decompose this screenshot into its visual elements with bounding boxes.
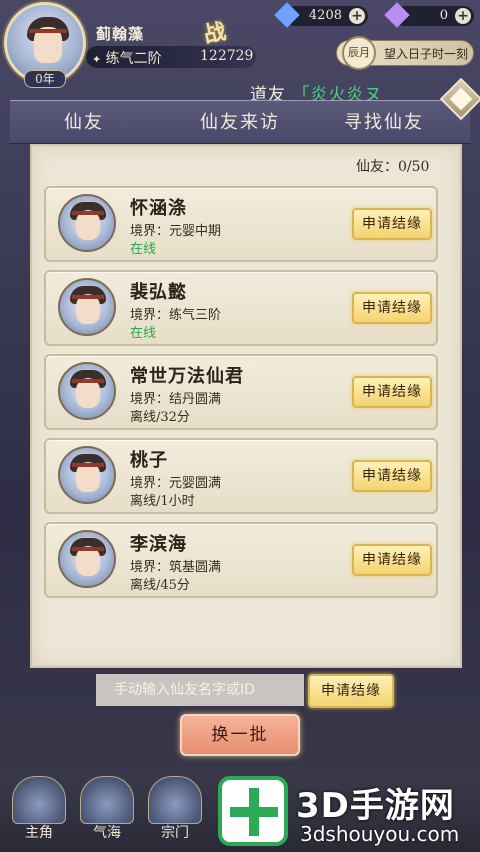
friend-avatar[interactable] <box>58 530 116 588</box>
friend-count: 仙友：0/50 <box>356 159 430 175</box>
watermark-logo-icon <box>218 776 288 846</box>
friend-card: 裴弘懿 境界：练气三阶 在线 申请结缘 <box>44 270 438 346</box>
player-name: 蓟翰藻 <box>96 25 145 43</box>
time-text: 望入日子时一刻 <box>384 47 469 61</box>
friend-avatar[interactable] <box>58 362 116 420</box>
tab-find-friends[interactable]: 寻找仙友 <box>344 108 424 134</box>
friend-realm: 境界：元婴圆满 <box>130 476 222 491</box>
player-realm: ✦ 练气二阶 <box>92 48 162 68</box>
sect-icon <box>148 776 202 824</box>
friend-search-input[interactable] <box>96 674 304 706</box>
friend-status: 离线/45分 <box>130 578 190 593</box>
friend-name: 常世万法仙君 <box>130 366 244 387</box>
friend-realm: 境界：结丹圆满 <box>130 392 222 407</box>
apply-bond-button[interactable]: 申请结缘 <box>352 292 432 324</box>
apply-bond-button[interactable]: 申请结缘 <box>352 460 432 492</box>
friend-name: 怀涵涤 <box>130 198 187 219</box>
friend-card: 李滨海 境界：筑基圆满 离线/45分 申请结缘 <box>44 522 438 598</box>
avatar-headband <box>29 29 67 33</box>
add-spirit-stone-button[interactable]: + <box>349 8 365 24</box>
currency-spirit-stone: 4208 + <box>274 2 368 28</box>
friend-status: 在线 <box>130 242 157 257</box>
spirit-stone-value: 4208 <box>308 8 342 23</box>
watermark-url: 3dshouyou.com <box>300 822 460 846</box>
watermark-title: 3D手游网 <box>296 786 455 826</box>
nav-label-hero: 主角 <box>25 825 53 841</box>
tab-friend-visits[interactable]: 仙友来访 <box>200 108 280 134</box>
battle-power-value: 122729 <box>200 48 254 64</box>
apply-bond-button[interactable]: 申请结缘 <box>352 208 432 240</box>
add-jade-button[interactable]: + <box>455 8 471 24</box>
qi-sea-icon <box>80 776 134 824</box>
friend-name: 李滨海 <box>130 534 187 555</box>
jade-value: 0 <box>439 8 448 23</box>
realm-icon: ✦ <box>92 53 102 66</box>
refresh-batch-button[interactable]: 换一批 <box>180 714 300 756</box>
currency-jade: 0 + <box>384 2 474 28</box>
friend-realm: 境界：练气三阶 <box>130 308 222 323</box>
tab-friends[interactable]: 仙友 <box>64 108 104 134</box>
nav-item-sect[interactable]: 宗门 <box>144 776 206 846</box>
player-level: 0年 <box>24 70 66 88</box>
friend-avatar[interactable] <box>58 194 116 252</box>
month-badge: 辰月 <box>342 36 376 70</box>
jade-icon <box>384 2 410 28</box>
friend-realm: 境界：元婴中期 <box>130 224 222 239</box>
nav-item-hero[interactable]: 主角 <box>8 776 70 846</box>
hero-icon <box>12 776 66 824</box>
friend-card: 桃子 境界：元婴圆满 离线/1小时 申请结缘 <box>44 438 438 514</box>
friend-card: 怀涵涤 境界：元婴中期 在线 申请结缘 <box>44 186 438 262</box>
nav-label-sect: 宗门 <box>161 825 189 841</box>
top-hud: 0年 蓟翰藻 ✦ 练气二阶 战 122729 4208 + 0 + 辰月 望入日… <box>0 0 480 92</box>
friend-name: 裴弘懿 <box>130 282 187 303</box>
apply-bond-button[interactable]: 申请结缘 <box>352 544 432 576</box>
friend-avatar[interactable] <box>58 278 116 336</box>
friend-card: 常世万法仙君 境界：结丹圆满 离线/32分 申请结缘 <box>44 354 438 430</box>
friend-name: 桃子 <box>130 450 168 471</box>
apply-bond-button[interactable]: 申请结缘 <box>352 376 432 408</box>
friend-status: 离线/1小时 <box>130 494 195 509</box>
player-realm-label: 练气二阶 <box>105 51 162 67</box>
friend-avatar[interactable] <box>58 446 116 504</box>
nav-item-qi-sea[interactable]: 气海 <box>76 776 138 846</box>
search-apply-bond-button[interactable]: 申请结缘 <box>308 674 394 708</box>
friend-status: 离线/32分 <box>130 410 190 425</box>
nav-label-qi-sea: 气海 <box>93 825 121 841</box>
battle-power-icon: 战 <box>201 18 229 49</box>
spirit-stone-icon <box>274 2 300 28</box>
friend-realm: 境界：筑基圆满 <box>130 560 222 575</box>
friend-status: 在线 <box>130 326 157 341</box>
